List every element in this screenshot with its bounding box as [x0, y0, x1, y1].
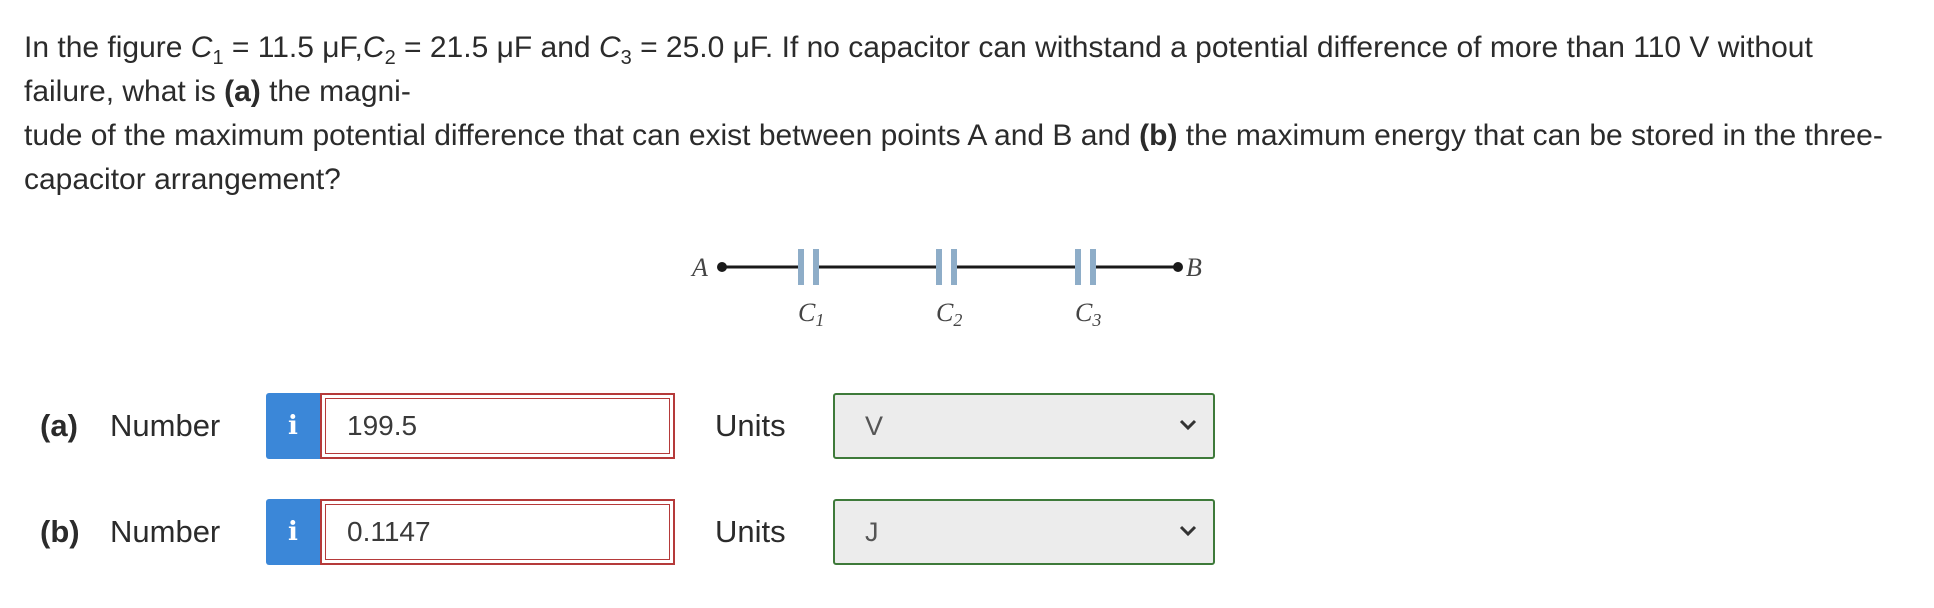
c2-label: C2: [936, 298, 962, 330]
c3-label: C3: [1075, 298, 1101, 330]
info-icon[interactable]: i: [266, 499, 320, 565]
point-b-terminal: [1173, 262, 1183, 272]
units-label: Units: [715, 408, 786, 443]
question-paragraph-2: tude of the maximum potential difference…: [24, 119, 1883, 196]
c3-plate-left: [1075, 249, 1081, 285]
units-selected-value: J: [865, 517, 879, 547]
part-label: (b): [40, 514, 80, 549]
number-input-wrapper: [320, 393, 675, 459]
c1-plate-left: [798, 249, 804, 285]
part-label: (a): [40, 408, 78, 443]
question-paragraph-1: In the figure C1 = 11.5 μF,C2 = 21.5 μF …: [24, 31, 1813, 108]
number-label: Number: [110, 408, 221, 443]
chevron-down-icon: [1179, 419, 1197, 431]
units-selected-value: V: [865, 411, 884, 441]
number-input[interactable]: [347, 501, 647, 563]
info-icon[interactable]: i: [266, 393, 320, 459]
c2-plate-left: [936, 249, 942, 285]
circuit-diagram: A B C1 C2 C3: [690, 249, 1202, 330]
number-label: Number: [110, 514, 221, 549]
chevron-down-icon: [1179, 525, 1197, 537]
units-select[interactable]: V: [833, 393, 1215, 459]
c1-plate-right: [813, 249, 819, 285]
point-b-label: B: [1186, 253, 1202, 282]
question-text: In the figure C1 = 11.5 μF,C2 = 21.5 μF …: [24, 26, 1904, 202]
units-label: Units: [715, 514, 786, 549]
units-select[interactable]: J: [833, 499, 1215, 565]
capacitor-circuit-figure: A B C1 C2 C3: [690, 240, 1230, 350]
point-a-label: A: [690, 253, 708, 282]
c1-label: C1: [798, 298, 824, 330]
number-input-wrapper: [320, 499, 675, 565]
number-input[interactable]: [347, 395, 647, 457]
c3-plate-right: [1090, 249, 1096, 285]
c2-plate-right: [951, 249, 957, 285]
